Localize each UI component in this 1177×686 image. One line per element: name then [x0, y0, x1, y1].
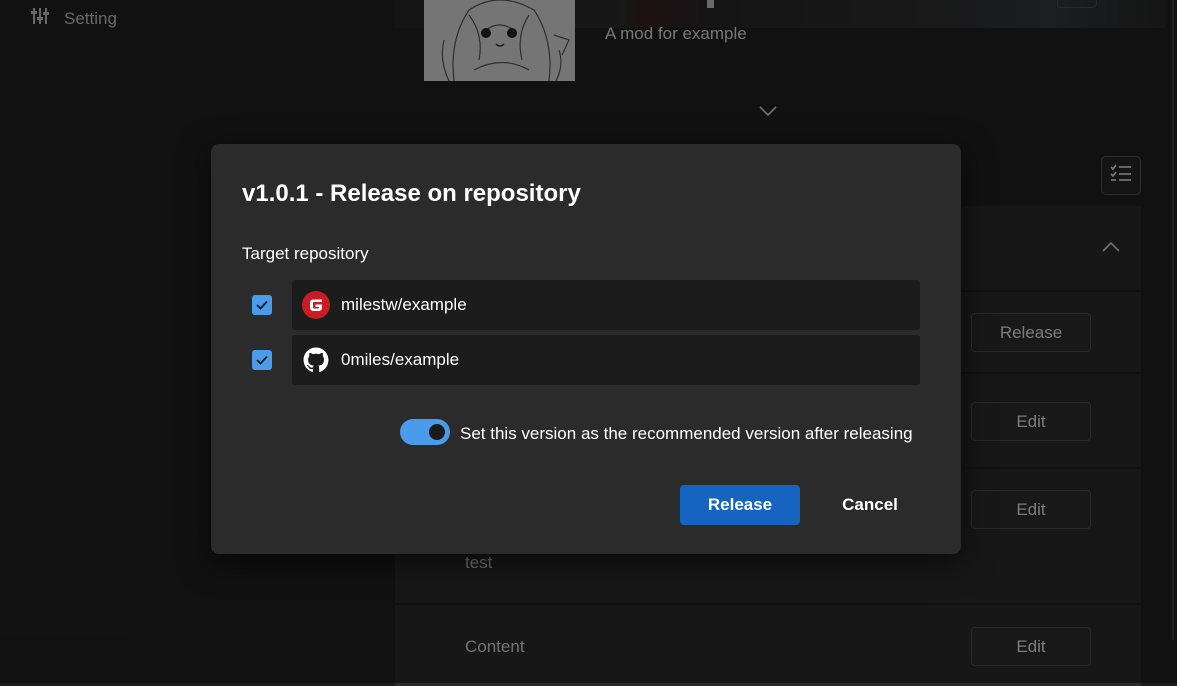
- target-repository-label: Target repository: [242, 244, 369, 263]
- repo-row[interactable]: milestw/example: [292, 280, 920, 330]
- cancel-button[interactable]: Cancel: [810, 485, 930, 525]
- release-dialog: v1.0.1 - Release on repository Target re…: [211, 144, 961, 554]
- recommended-toggle-label: Set this version as the recommended vers…: [460, 424, 913, 443]
- repo-checkbox[interactable]: [252, 295, 272, 315]
- repo-checkbox[interactable]: [252, 350, 272, 370]
- release-button[interactable]: Release: [680, 485, 800, 525]
- toggle-knob: [429, 424, 445, 440]
- dialog-title: v1.0.1 - Release on repository: [242, 180, 581, 207]
- github-icon: [302, 346, 330, 374]
- repo-row[interactable]: 0miles/example: [292, 335, 920, 385]
- repo-name: milestw/example: [341, 295, 467, 314]
- repo-name: 0miles/example: [341, 350, 460, 369]
- gitee-icon: [302, 291, 330, 319]
- recommended-toggle[interactable]: [400, 419, 450, 445]
